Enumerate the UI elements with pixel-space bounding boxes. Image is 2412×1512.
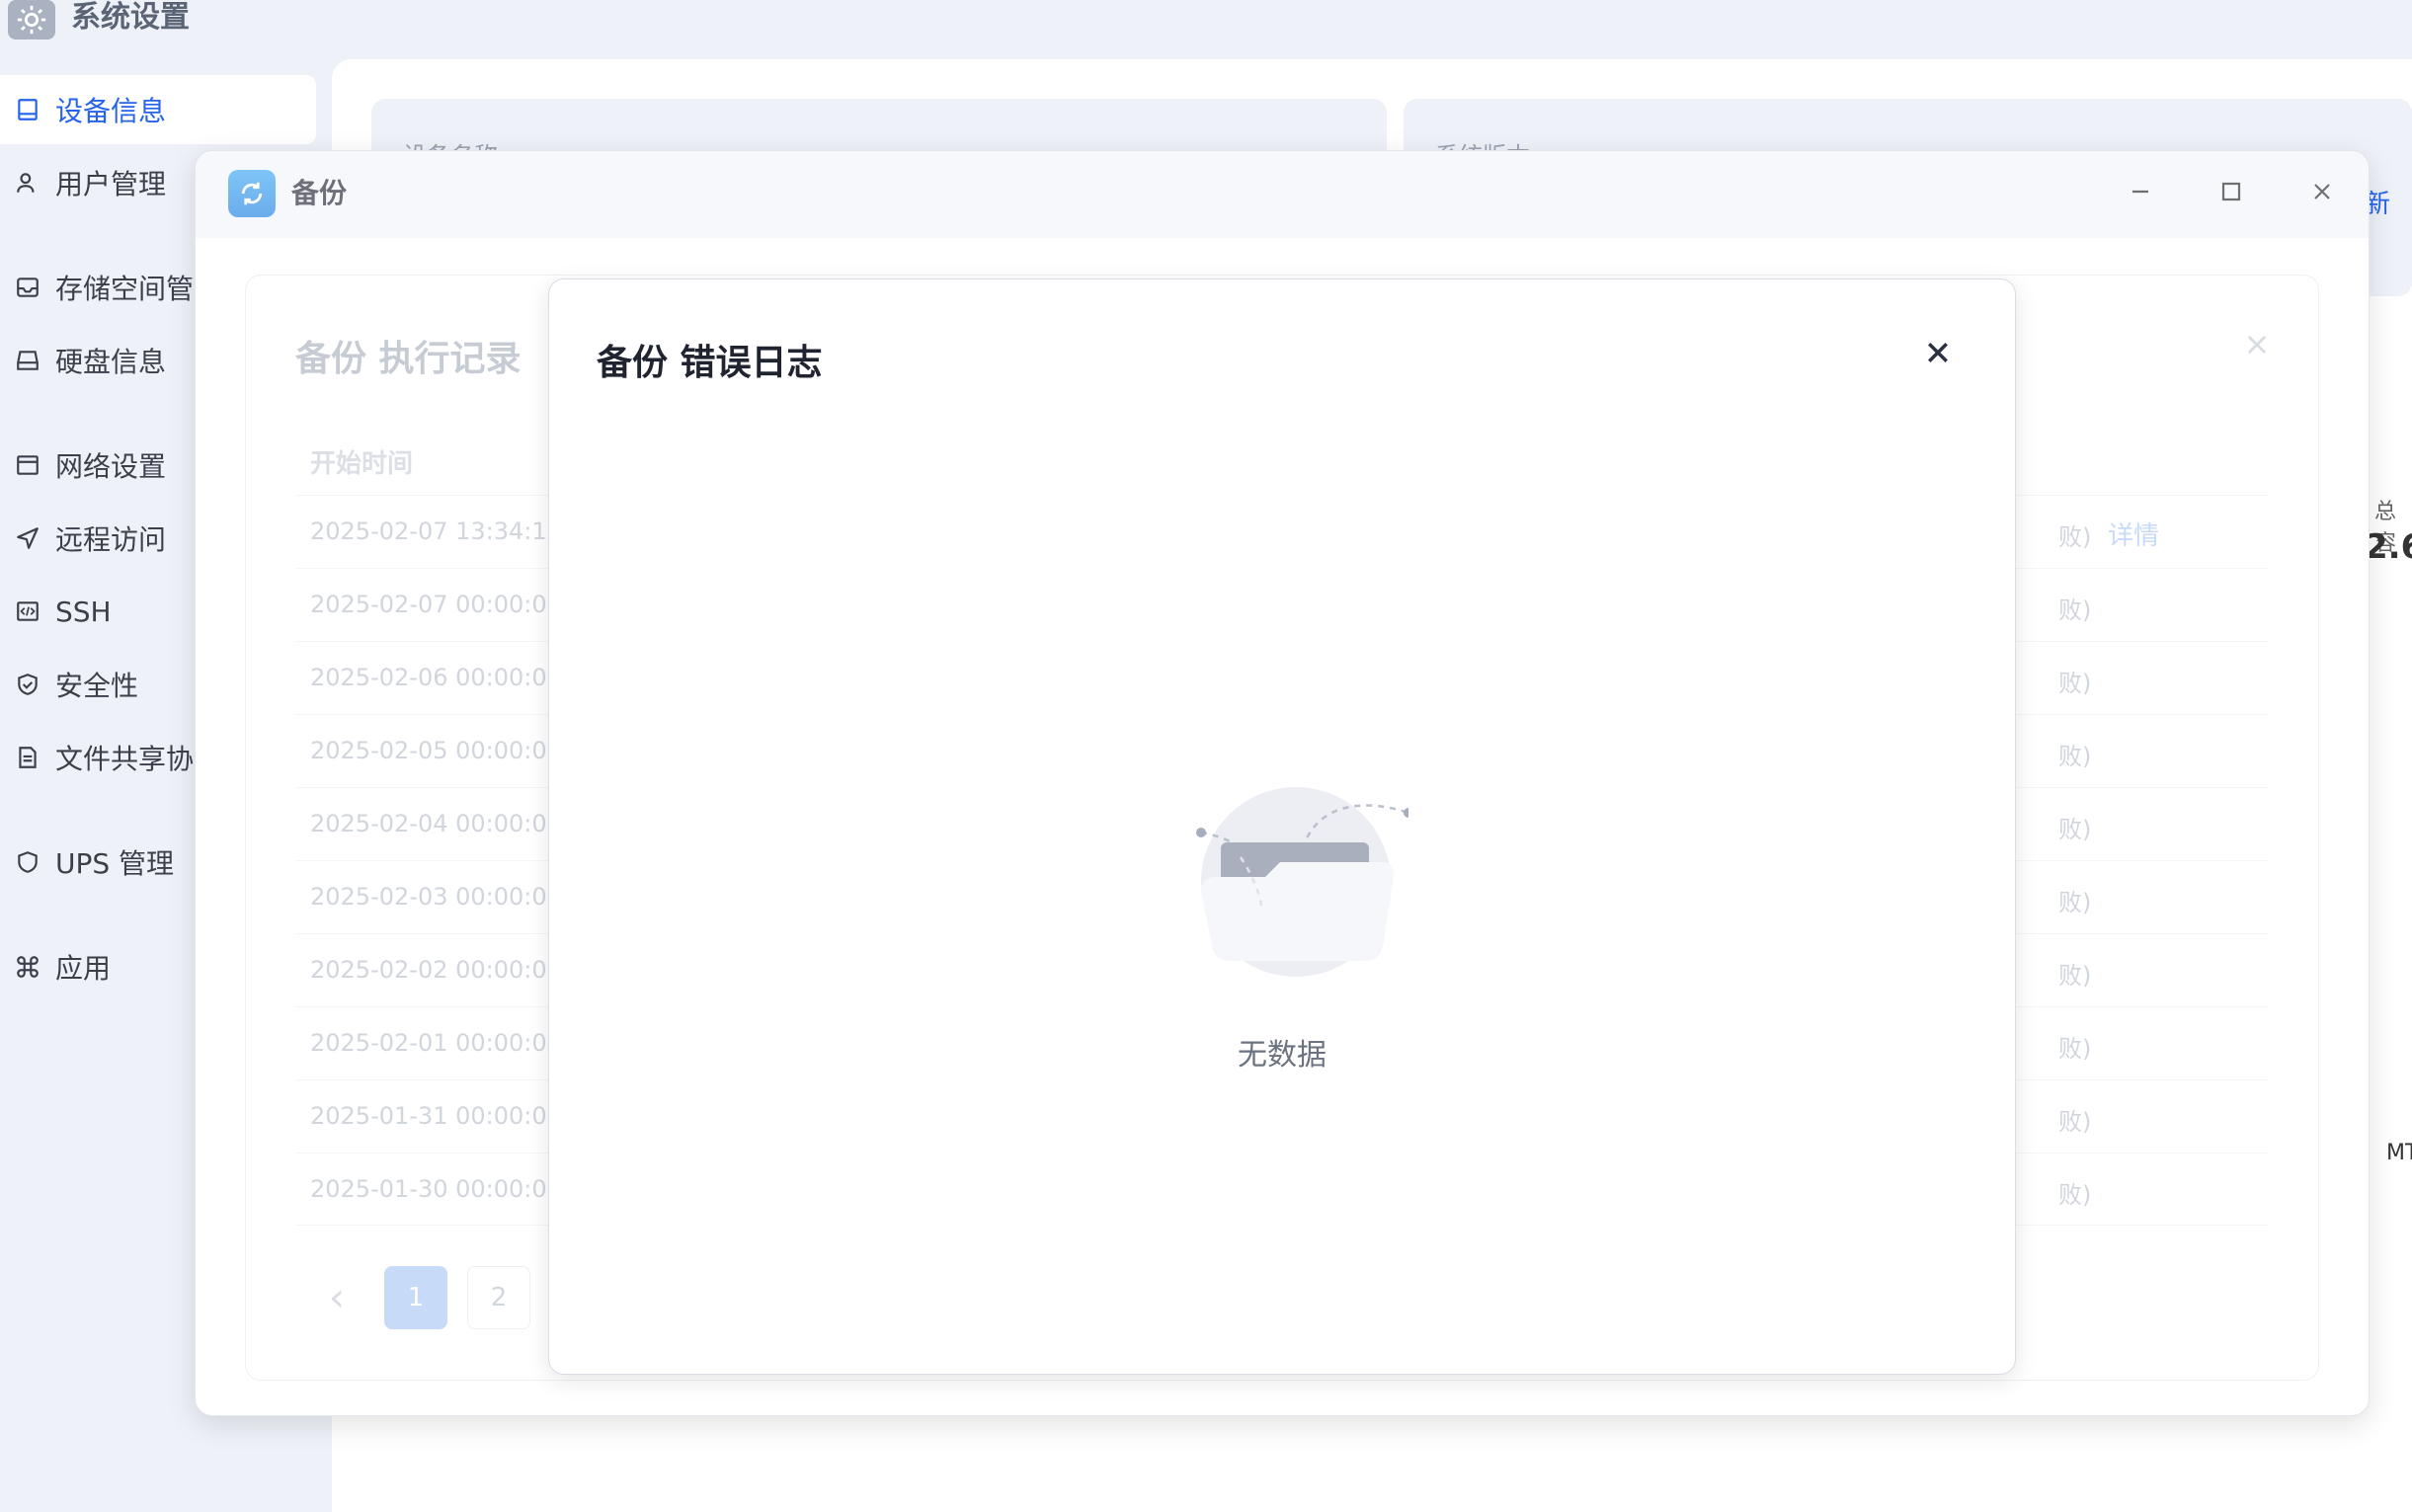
disk-icon [0,348,55,373]
file-icon [0,745,55,770]
sidebar-item-label: SSH [55,595,112,628]
sidebar-item-network[interactable]: 网络设置 [0,431,166,500]
empty-state-text: 无数据 [1238,1038,1327,1073]
empty-folder-icon [1171,754,1413,981]
sidebar-item-apps[interactable]: 应用 [0,932,111,1001]
sidebar-item-label: 安全性 [55,670,139,702]
app-title: 系统设置 [71,0,190,35]
sidebar-item-label: 设备信息 [55,95,167,127]
sidebar-item-file-sharing[interactable]: 文件共享协议 [0,723,221,792]
storage-icon [0,275,55,300]
sidebar-item-ups[interactable]: UPS 管理 [0,828,174,897]
sidebar-item-storage[interactable]: 存储空间管理 [0,253,221,322]
shield-check-icon [0,672,55,697]
network-icon [0,452,55,478]
sidebar-item-label: 远程访问 [55,523,167,556]
mt-label: MT [2386,1141,2412,1165]
sidebar-item-users[interactable]: 用户管理 [0,148,166,217]
modal-close-button[interactable] [1910,327,1966,382]
sidebar-item-security[interactable]: 安全性 [0,650,138,719]
sidebar-item-label: 应用 [55,952,112,985]
app-titlebar: 系统设置 [0,0,2412,59]
shield-icon [0,849,55,875]
sidebar-item-label: UPS 管理 [55,847,175,880]
sidebar-item-label: 用户管理 [55,168,167,200]
sidebar-item-ssh[interactable]: SSH [0,577,112,646]
code-icon [0,598,55,624]
close-icon [1923,338,1953,371]
error-log-modal: 备份 错误日志 无数据 [548,279,2016,1375]
gear-icon [8,0,55,40]
modal-title: 备份 错误日志 [597,343,823,383]
sidebar-item-label: 网络设置 [55,450,167,483]
sidebar-item-disk[interactable]: 硬盘信息 [0,326,166,395]
user-icon [0,170,55,196]
total-value: 2.6 [2365,527,2412,567]
command-icon [0,954,55,980]
send-icon [0,525,55,551]
device-icon [0,97,55,122]
sidebar-item-label: 硬盘信息 [55,346,167,378]
sidebar-item-device-info[interactable]: 设备信息 [0,75,316,144]
sidebar-item-remote[interactable]: 远程访问 [0,504,166,573]
